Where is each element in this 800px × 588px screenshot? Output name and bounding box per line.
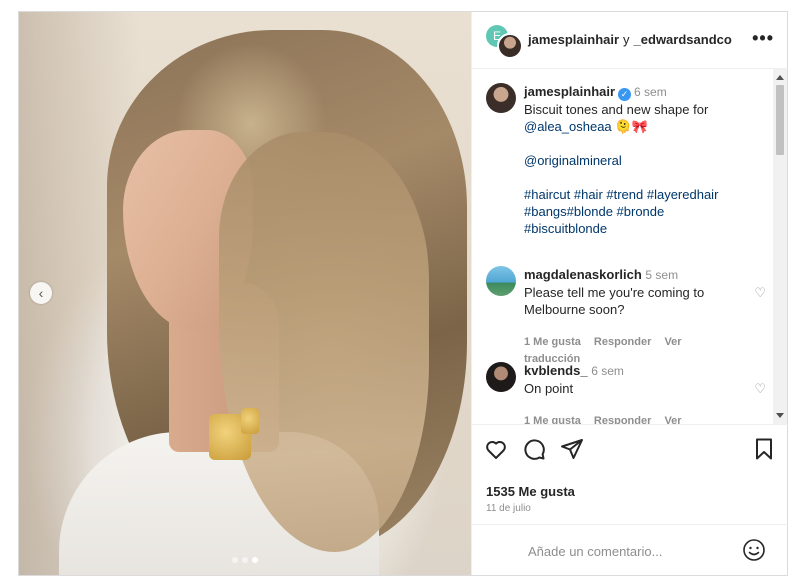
comment-text: On point (524, 381, 574, 396)
comments-scrollbar[interactable] (773, 69, 787, 424)
likes-count[interactable]: 1535 Me gusta (486, 484, 575, 499)
comment-time[interactable]: 6 sem (591, 364, 624, 378)
caption-mention[interactable]: @alea_osheaa (524, 119, 612, 134)
header-separator: y (623, 32, 630, 47)
carousel-dot-active[interactable] (252, 557, 258, 563)
comment-input[interactable] (526, 540, 730, 562)
like-heart-icon[interactable] (484, 437, 508, 461)
post-dialog: ‹ E jamesplainhair y _edwardsandco ••• j… (18, 11, 788, 576)
comment-reply-button[interactable]: Responder (594, 415, 651, 424)
comment-avatar[interactable] (486, 266, 516, 296)
header-usernames: jamesplainhair y _edwardsandco (528, 32, 732, 47)
verified-badge-icon: ✓ (618, 88, 632, 101)
caption-username[interactable]: jamesplainhair (524, 84, 615, 99)
comment-like-heart-icon[interactable]: ♡ (754, 284, 766, 301)
caption-avatar[interactable] (486, 83, 516, 113)
comment-item: magdalenaskorlich 5 sem Please tell me y… (486, 266, 766, 368)
share-send-icon[interactable] (560, 437, 584, 461)
more-options-icon[interactable]: ••• (752, 29, 774, 47)
carousel-dots (19, 557, 471, 563)
comment-bubble-icon[interactable] (522, 437, 546, 461)
carousel-dot[interactable] (242, 557, 248, 563)
carousel-prev-button[interactable]: ‹ (30, 282, 52, 304)
scroll-up-arrow-icon[interactable] (776, 75, 784, 80)
post-date[interactable]: 11 de julio (486, 503, 531, 514)
caption-line1: Biscuit tones and new shape for (524, 102, 709, 117)
comment-likes-count[interactable]: 1 Me gusta (524, 415, 581, 424)
comment-item: kvblends_ 6 sem On point 1 Me gusta Resp… (486, 362, 766, 424)
post-side-panel: E jamesplainhair y _edwardsandco ••• james… (471, 12, 788, 575)
caption-emoji: 🫠🎀 (615, 119, 648, 134)
comment-username[interactable]: kvblends_ (524, 363, 588, 378)
caption-time[interactable]: 6 sem (634, 85, 667, 99)
scrollbar-thumb[interactable] (776, 85, 784, 155)
comments-scroll-area[interactable]: jamesplainhair ✓ 6 sem Biscuit tones and n… (472, 69, 788, 424)
chevron-left-icon: ‹ (38, 285, 44, 301)
collab-avatars[interactable]: E (486, 25, 523, 59)
comment-username[interactable]: magdalenaskorlich (524, 267, 642, 282)
avatar-jamesplainhair (497, 33, 523, 59)
comment-time[interactable]: 5 sem (645, 268, 678, 282)
comment-likes-count[interactable]: 1 Me gusta (524, 336, 581, 348)
comment-avatar[interactable] (486, 362, 516, 392)
carousel-dot[interactable] (232, 557, 238, 563)
post-caption: jamesplainhair ✓ 6 sem Biscuit tones and n… (486, 83, 766, 237)
header-user-primary[interactable]: jamesplainhair (528, 32, 619, 47)
header-user-secondary[interactable]: _edwardsandco (634, 32, 732, 47)
save-bookmark-icon[interactable] (752, 437, 776, 461)
photo-cross-pendant-small (241, 408, 259, 434)
action-icons-row (484, 437, 776, 463)
scroll-down-arrow-icon[interactable] (776, 413, 784, 418)
caption-hashtags-line1[interactable]: #haircut #hair #trend #layeredhair (524, 186, 766, 203)
post-header: E jamesplainhair y _edwardsandco ••• (472, 12, 788, 69)
emoji-picker-icon[interactable] (742, 538, 766, 562)
caption-hashtags-line2[interactable]: #bangs#blonde #bronde (524, 203, 766, 220)
post-photo[interactable]: ‹ (19, 12, 471, 575)
post-actions: 1535 Me gusta 11 de julio (472, 424, 788, 534)
comment-like-heart-icon[interactable]: ♡ (754, 380, 766, 397)
add-comment-bar (472, 524, 788, 575)
comment-reply-button[interactable]: Responder (594, 336, 651, 348)
comment-text: Please tell me you're coming to Melbourn… (524, 285, 705, 317)
caption-mention2[interactable]: @originalmineral (524, 152, 766, 169)
caption-hashtags-line3[interactable]: #biscuitblonde (524, 220, 766, 237)
